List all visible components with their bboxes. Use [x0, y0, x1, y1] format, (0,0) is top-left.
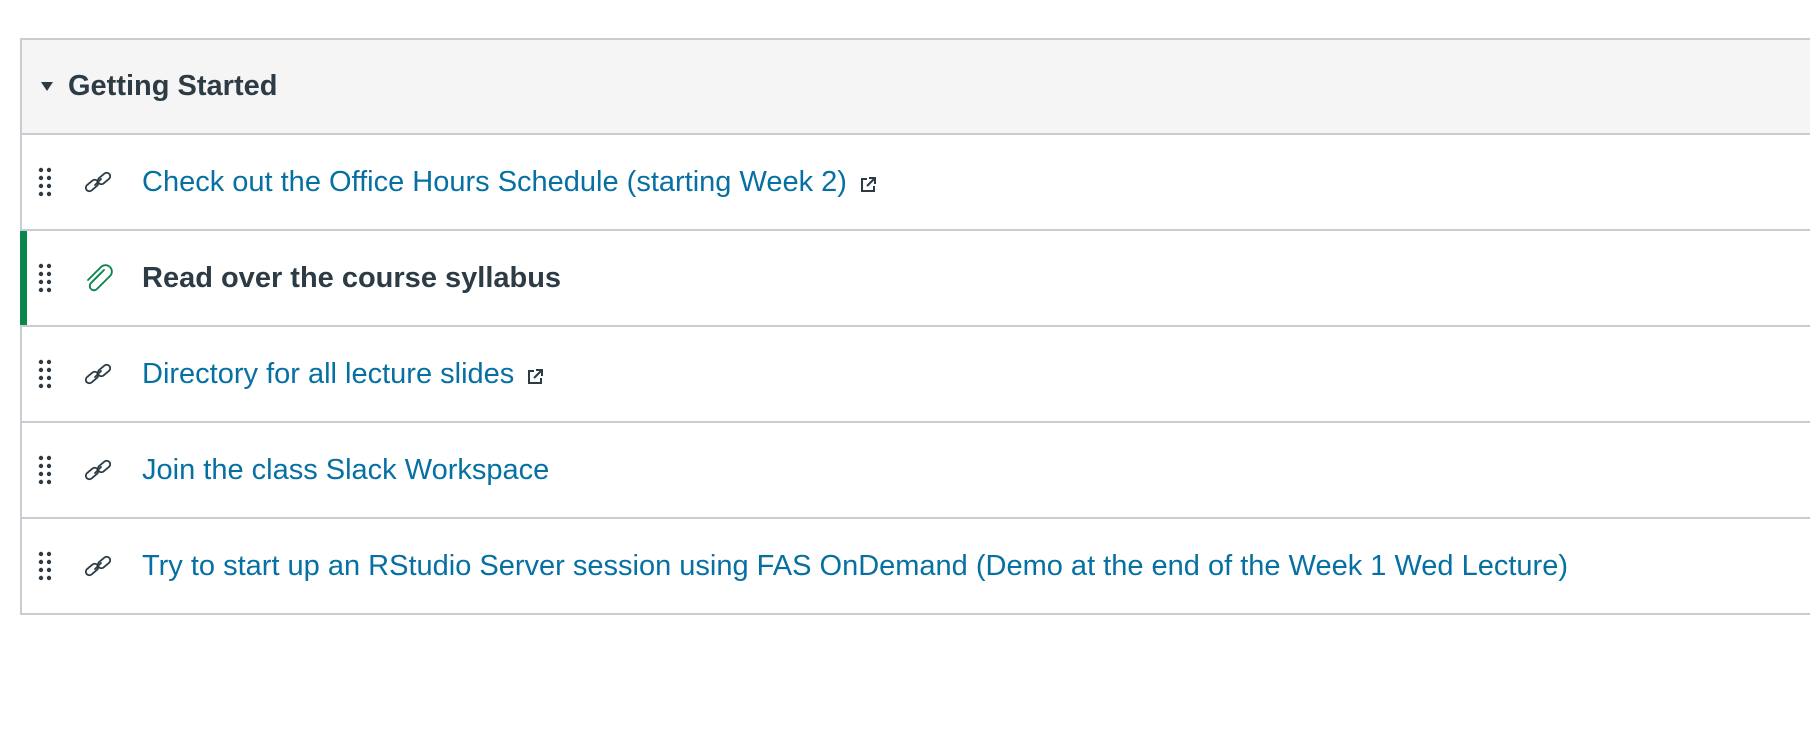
module-item: Try to start up an RStudio Server sessio…: [22, 519, 1810, 613]
link-icon: [82, 358, 114, 390]
module-item-link[interactable]: Try to start up an RStudio Server sessio…: [142, 550, 1568, 583]
module-item: Join the class Slack Workspace: [22, 423, 1810, 519]
drag-handle-icon[interactable]: [37, 263, 53, 293]
link-icon: [82, 166, 114, 198]
module-title: Getting Started: [68, 70, 278, 102]
external-link-icon: [528, 369, 544, 384]
drag-handle-icon[interactable]: [37, 359, 53, 389]
external-link-icon: [860, 177, 876, 192]
caret-down-icon[interactable]: [41, 82, 53, 91]
link-icon: [82, 550, 114, 582]
paperclip-icon: [82, 262, 114, 294]
module-item-link[interactable]: Join the class Slack Workspace: [142, 454, 549, 487]
module-item-link[interactable]: Check out the Office Hours Schedule (sta…: [142, 166, 847, 199]
module-getting-started: Getting Started Check out the Office Hou…: [20, 38, 1810, 615]
drag-handle-icon[interactable]: [37, 551, 53, 581]
module-item: Directory for all lecture slides: [22, 327, 1810, 423]
module-item: Read over the course syllabus: [20, 231, 1810, 327]
module-item-link[interactable]: Read over the course syllabus: [142, 262, 561, 295]
module-item-link[interactable]: Directory for all lecture slides: [142, 358, 514, 391]
module-item: Check out the Office Hours Schedule (sta…: [22, 135, 1810, 231]
module-header[interactable]: Getting Started: [22, 40, 1810, 135]
drag-handle-icon[interactable]: [37, 455, 53, 485]
drag-handle-icon[interactable]: [37, 167, 53, 197]
link-icon: [82, 454, 114, 486]
